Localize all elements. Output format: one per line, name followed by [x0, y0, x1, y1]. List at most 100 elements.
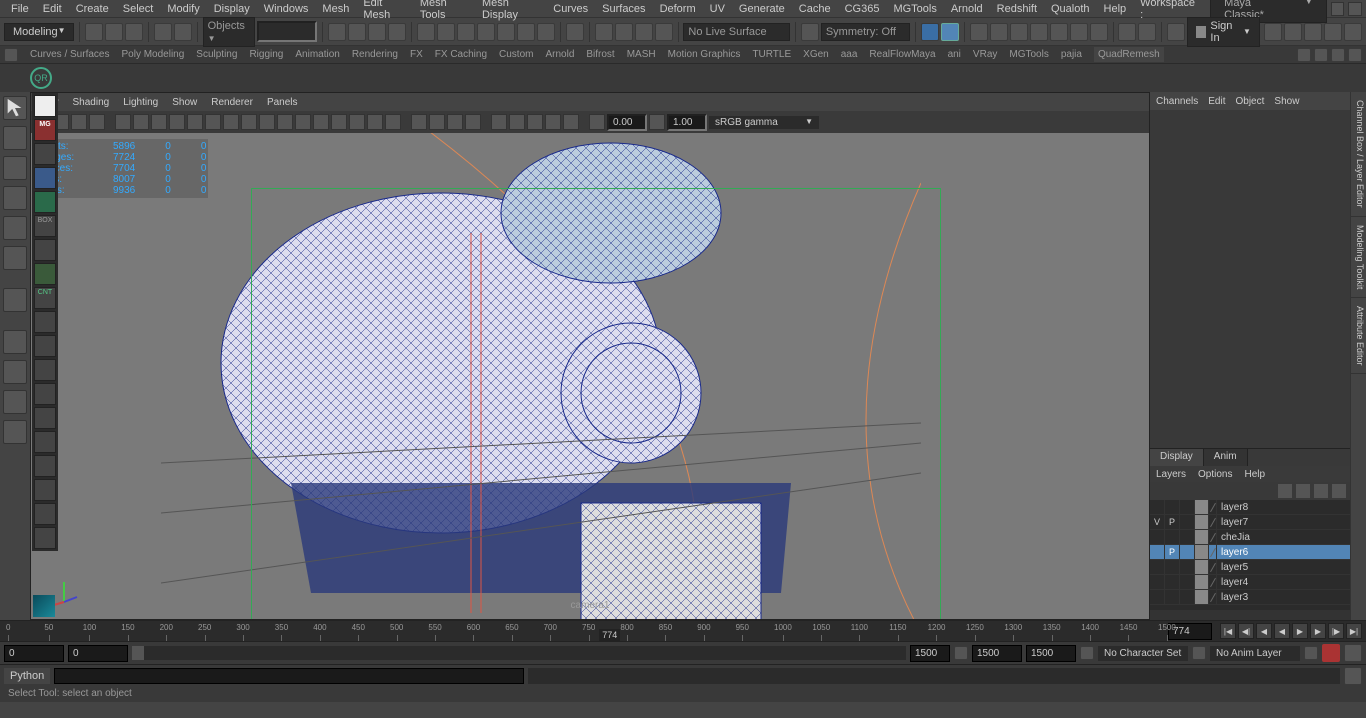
- layer-display-type-toggle[interactable]: [1180, 515, 1195, 529]
- mg-tool7-icon[interactable]: [34, 335, 56, 357]
- textured-icon[interactable]: [223, 114, 239, 130]
- menu-mesh-tools[interactable]: Mesh Tools: [413, 0, 475, 21]
- gate-mask-icon[interactable]: [169, 114, 185, 130]
- move-tool[interactable]: [3, 186, 27, 210]
- shelf-tab-mash[interactable]: MASH: [627, 49, 656, 60]
- iso3-icon[interactable]: [527, 114, 543, 130]
- lasso-tool[interactable]: [3, 126, 27, 150]
- snap-grid-icon[interactable]: [417, 23, 435, 41]
- layer-visibility-toggle[interactable]: V: [1150, 515, 1165, 529]
- view-transform-dropdown[interactable]: sRGB gamma▼: [709, 116, 819, 129]
- shadows-icon[interactable]: [259, 114, 275, 130]
- menu-help[interactable]: Help: [1097, 3, 1134, 15]
- mg-tool13-icon[interactable]: [34, 479, 56, 501]
- mg-cnt-icon[interactable]: CNT: [34, 287, 56, 309]
- layer-down-icon[interactable]: [1296, 484, 1310, 498]
- wireframe-icon[interactable]: [187, 114, 203, 130]
- shelf-tab-animation[interactable]: Animation: [295, 49, 339, 60]
- range-slider[interactable]: [132, 646, 906, 660]
- xray-icon[interactable]: [295, 114, 311, 130]
- quadremesh-shelf-button[interactable]: QR: [30, 67, 52, 89]
- panel-layout4-icon[interactable]: [1324, 23, 1342, 41]
- single-pane-icon[interactable]: [3, 330, 27, 354]
- gamma-field[interactable]: [667, 114, 707, 131]
- menu-mesh[interactable]: Mesh: [315, 3, 356, 15]
- step-forward-key-button[interactable]: |▶: [1328, 623, 1344, 639]
- xray-joints-icon[interactable]: [313, 114, 329, 130]
- menu-cache[interactable]: Cache: [792, 3, 838, 15]
- mg-tool11-icon[interactable]: [34, 431, 56, 453]
- menu-edit-mesh[interactable]: Edit Mesh: [356, 0, 412, 21]
- shelf-add-icon[interactable]: [1297, 48, 1311, 62]
- step-back-button[interactable]: ◀: [1256, 623, 1272, 639]
- undo-icon[interactable]: [154, 23, 172, 41]
- light3-icon[interactable]: [447, 114, 463, 130]
- menu-modify[interactable]: Modify: [160, 3, 206, 15]
- layer-row[interactable]: layer3: [1150, 590, 1350, 605]
- snap-live-icon[interactable]: [537, 23, 555, 41]
- menu-mgtools[interactable]: MGTools: [886, 3, 943, 15]
- menu-curves[interactable]: Curves: [546, 3, 595, 15]
- mg-tool5-icon[interactable]: [34, 263, 56, 285]
- select-by-type-icon[interactable]: [328, 23, 346, 41]
- panel-menu-shading[interactable]: Shading: [73, 97, 110, 108]
- layer-visibility-toggle[interactable]: [1150, 545, 1165, 559]
- current-time-indicator[interactable]: 774: [599, 629, 620, 641]
- image-plane-icon[interactable]: [71, 114, 87, 130]
- select-mode-dropdown[interactable]: Objects ▼: [203, 17, 255, 47]
- output-icon[interactable]: [635, 23, 653, 41]
- film-gate-icon[interactable]: [133, 114, 149, 130]
- mg-tool4-icon[interactable]: [34, 239, 56, 261]
- shelf-tab-pajia[interactable]: pajia: [1061, 49, 1082, 60]
- ipr-icon[interactable]: [990, 23, 1008, 41]
- layer-color-swatch[interactable]: [1195, 545, 1209, 559]
- shelf-tab-ani[interactable]: ani: [948, 49, 961, 60]
- anim-end-field[interactable]: [972, 645, 1022, 662]
- layer-row[interactable]: cheJia: [1150, 530, 1350, 545]
- range-thumb[interactable]: [132, 646, 144, 660]
- command-input[interactable]: [54, 668, 524, 684]
- layer-row[interactable]: V P layer7: [1150, 515, 1350, 530]
- panel-layout3-icon[interactable]: [1304, 23, 1322, 41]
- light2-icon[interactable]: [429, 114, 445, 130]
- select-tool[interactable]: [3, 96, 27, 120]
- character-set-dropdown[interactable]: No Character Set: [1098, 646, 1188, 661]
- iso1-icon[interactable]: [491, 114, 507, 130]
- pause-icon[interactable]: [1138, 23, 1156, 41]
- symmetry-dropdown[interactable]: Symmetry: Off: [821, 23, 910, 41]
- shelf-tab-sculpt[interactable]: Sculpting: [196, 49, 237, 60]
- dof-icon[interactable]: [367, 114, 383, 130]
- light4-icon[interactable]: [465, 114, 481, 130]
- shelf-trash-icon[interactable]: [1348, 48, 1362, 62]
- construction-icon[interactable]: [655, 23, 673, 41]
- shelf-tab-aaa[interactable]: aaa: [841, 49, 858, 60]
- anim-end-field2[interactable]: [1026, 645, 1076, 662]
- account-icon[interactable]: [1167, 23, 1185, 41]
- channel-box-tab[interactable]: Channel Box / Layer Editor: [1351, 92, 1366, 217]
- shelf-tab-rendering[interactable]: Rendering: [352, 49, 398, 60]
- step-back-key-button[interactable]: ◀|: [1238, 623, 1254, 639]
- isolate-icon[interactable]: [277, 114, 293, 130]
- layer-row[interactable]: layer5: [1150, 560, 1350, 575]
- mg-tool10-icon[interactable]: [34, 407, 56, 429]
- menu-cg365[interactable]: CG365: [838, 3, 887, 15]
- layer-color-swatch[interactable]: [1195, 590, 1209, 604]
- mg-tool8-icon[interactable]: [34, 359, 56, 381]
- mg-blank-icon[interactable]: [34, 95, 56, 117]
- new-scene-icon[interactable]: [85, 23, 103, 41]
- layer-display-type-toggle[interactable]: [1180, 530, 1195, 544]
- panel-menu-lighting[interactable]: Lighting: [123, 97, 158, 108]
- grid-icon[interactable]: [115, 114, 131, 130]
- mg-tool1-icon[interactable]: [34, 143, 56, 165]
- scale-tool[interactable]: [3, 246, 27, 270]
- menu-qualoth[interactable]: Qualoth: [1044, 3, 1097, 15]
- menu-file[interactable]: File: [4, 3, 36, 15]
- shelf-tab-motion[interactable]: Motion Graphics: [668, 49, 741, 60]
- layer-help-menu[interactable]: Help: [1244, 469, 1265, 480]
- panel-menu-renderer[interactable]: Renderer: [211, 97, 253, 108]
- play-forward-button[interactable]: ▶: [1292, 623, 1308, 639]
- exposure-icon[interactable]: [589, 114, 605, 130]
- menu-arnold[interactable]: Arnold: [944, 3, 990, 15]
- time-slider[interactable]: 774 050100150200250300350400450500550600…: [0, 620, 1366, 642]
- prefs-icon[interactable]: [1344, 644, 1362, 662]
